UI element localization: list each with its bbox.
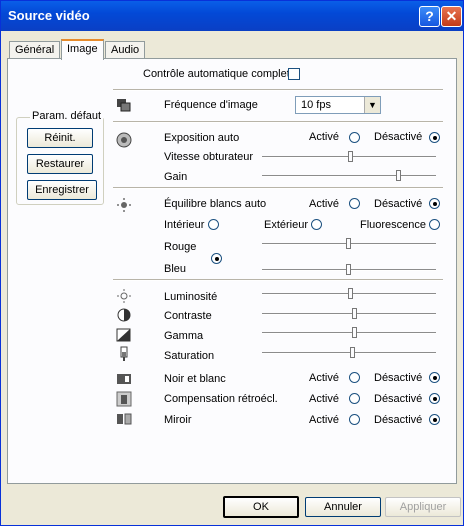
- exposure-on-label: Activé: [309, 131, 339, 143]
- backlight-off-label: Désactivé: [374, 393, 423, 405]
- saturation-icon: [116, 346, 132, 362]
- mirror-off-radio[interactable]: [429, 414, 440, 425]
- backlight-icon: [116, 391, 132, 407]
- exposure-off-radio[interactable]: [429, 132, 440, 143]
- frame-rate-select[interactable]: 10 fps ▼: [295, 96, 381, 114]
- cancel-button[interactable]: Annuler: [305, 497, 381, 517]
- image-tab-panel: Contrôle automatique complet Param. défa…: [7, 58, 457, 484]
- title-bar[interactable]: Source vidéo ? ✕: [1, 1, 463, 31]
- backlight-on-radio[interactable]: [349, 393, 360, 404]
- white-balance-off-radio[interactable]: [429, 198, 440, 209]
- ok-button[interactable]: OK: [223, 496, 299, 518]
- frame-rate-label: Fréquence d'image: [164, 99, 258, 111]
- defaults-legend: Param. défaut: [30, 110, 104, 122]
- backlight-label: Compensation rétroécl.: [164, 393, 278, 405]
- saturation-slider[interactable]: [262, 347, 436, 358]
- gamma-slider[interactable]: [262, 327, 436, 338]
- bw-on-label: Activé: [309, 372, 339, 384]
- help-button[interactable]: ?: [419, 6, 440, 27]
- red-slider[interactable]: [262, 238, 436, 249]
- indoor-radio[interactable]: [208, 219, 219, 230]
- brightness-label: Luminosité: [164, 291, 218, 303]
- fluorescent-radio[interactable]: [429, 219, 440, 230]
- outdoor-radio[interactable]: [311, 219, 322, 230]
- mirror-on-radio[interactable]: [349, 414, 360, 425]
- auto-control-label: Contrôle automatique complet: [143, 68, 290, 80]
- bw-on-radio[interactable]: [349, 372, 360, 383]
- backlight-on-label: Activé: [309, 393, 339, 405]
- gamma-icon: [116, 327, 132, 343]
- contrast-label: Contraste: [164, 310, 212, 322]
- shutter-slider-thumb[interactable]: [348, 151, 353, 162]
- brightness-slider-thumb[interactable]: [348, 288, 353, 299]
- gain-label: Gain: [164, 171, 188, 183]
- window-title: Source vidéo: [8, 8, 90, 23]
- separator: [113, 279, 443, 281]
- indoor-label: Intérieur: [164, 219, 205, 231]
- tab-general[interactable]: Général: [9, 41, 61, 59]
- black-white-icon: [116, 371, 132, 387]
- contrast-slider[interactable]: [262, 308, 436, 319]
- tab-image[interactable]: Image: [61, 39, 104, 60]
- gamma-label: Gamma: [164, 330, 204, 342]
- red-label: Rouge: [164, 241, 197, 253]
- save-button[interactable]: Enregistrer: [27, 180, 97, 200]
- white-balance-on-radio[interactable]: [349, 198, 360, 209]
- red-blue-radio[interactable]: [211, 253, 222, 264]
- gamma-slider-thumb[interactable]: [352, 327, 357, 338]
- mirror-on-label: Activé: [309, 414, 339, 426]
- contrast-slider-thumb[interactable]: [352, 308, 357, 319]
- exposure-off-label: Désactivé: [374, 131, 423, 143]
- frame-rate-value: 10 fps: [301, 99, 331, 111]
- shutter-slider[interactable]: [262, 151, 436, 162]
- white-balance-label: Équilibre blancs auto: [164, 198, 267, 210]
- dialog-window: Source vidéo ? ✕ Général Image Audio Con…: [0, 0, 464, 526]
- separator: [113, 89, 443, 91]
- mirror-icon: [116, 411, 132, 427]
- auto-control-checkbox[interactable]: [288, 68, 300, 80]
- blue-label: Bleu: [164, 263, 187, 275]
- exposure-on-radio[interactable]: [349, 132, 360, 143]
- frame-rate-icon: [116, 98, 132, 114]
- mirror-label: Miroir: [164, 414, 192, 426]
- saturation-label: Saturation: [164, 350, 215, 362]
- separator: [113, 121, 443, 123]
- fluorescent-label: Fluorescence: [360, 219, 427, 231]
- reset-button[interactable]: Réinit.: [27, 128, 93, 148]
- brightness-slider[interactable]: [262, 288, 436, 299]
- shutter-label: Vitesse obturateur: [164, 151, 254, 163]
- separator: [113, 187, 443, 189]
- bw-off-radio[interactable]: [429, 372, 440, 383]
- chevron-down-icon[interactable]: ▼: [364, 97, 380, 113]
- brightness-icon: [116, 288, 132, 304]
- close-button[interactable]: ✕: [441, 6, 462, 27]
- white-balance-on-label: Activé: [309, 198, 339, 210]
- sun-icon: [116, 197, 132, 213]
- exposure-label: Exposition auto: [164, 132, 240, 144]
- backlight-off-radio[interactable]: [429, 393, 440, 404]
- contrast-icon: [116, 307, 132, 323]
- restore-button[interactable]: Restaurer: [27, 154, 93, 174]
- blue-slider[interactable]: [262, 264, 436, 275]
- outdoor-label: Extérieur: [264, 219, 309, 231]
- tab-audio[interactable]: Audio: [105, 41, 146, 59]
- apply-button[interactable]: Appliquer: [385, 497, 461, 517]
- red-slider-thumb[interactable]: [346, 238, 351, 249]
- saturation-slider-thumb[interactable]: [350, 347, 355, 358]
- gain-slider[interactable]: [262, 170, 436, 181]
- aperture-icon: [116, 132, 132, 148]
- bw-off-label: Désactivé: [374, 372, 423, 384]
- bw-label: Noir et blanc: [164, 373, 226, 385]
- blue-slider-thumb[interactable]: [346, 264, 351, 275]
- gain-slider-thumb[interactable]: [396, 170, 401, 181]
- mirror-off-label: Désactivé: [374, 414, 423, 426]
- white-balance-off-label: Désactivé: [374, 198, 423, 210]
